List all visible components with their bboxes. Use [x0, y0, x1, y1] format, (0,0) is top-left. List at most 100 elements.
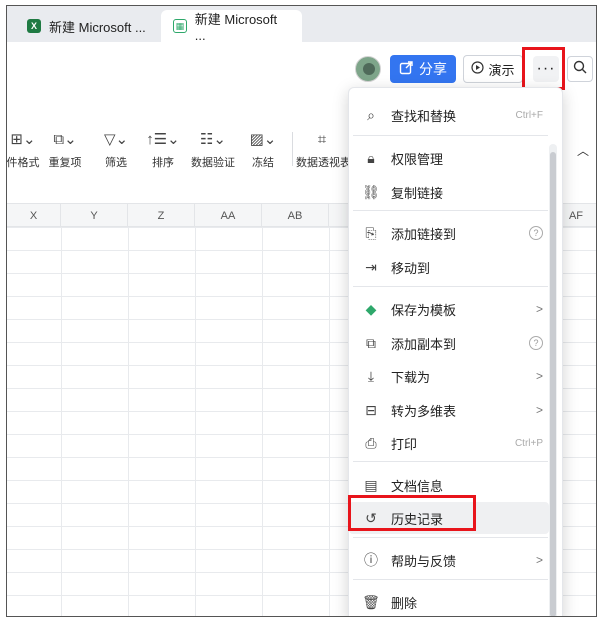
print-icon: ⎙: [365, 434, 377, 451]
tab-document-2[interactable]: ▦ 新建 Microsoft ...: [161, 10, 302, 43]
app-window: X 新建 Microsoft ... ▦ 新建 Microsoft ... 分享…: [6, 5, 597, 617]
menu-item-add-link-to[interactable]: ⎘ 添加链接到 ?: [349, 217, 549, 249]
more-button-highlight: [522, 47, 565, 90]
chevron-right-icon: >: [535, 403, 543, 417]
chevron-up-icon[interactable]: ︿: [577, 142, 589, 159]
column-header[interactable]: Y: [61, 204, 128, 227]
menu-item-label: 查找和替换: [391, 108, 457, 124]
sort-tool[interactable]: ↑☰⌄ 排序: [145, 128, 181, 170]
present-label: 演示: [488, 62, 515, 78]
menu-item-convert[interactable]: ⊟ 转为多维表 >: [349, 394, 549, 426]
menu-item-help-feedback[interactable]: ⓘ 帮助与反馈 >: [349, 544, 549, 576]
menu-item-label: 文档信息: [391, 478, 444, 494]
tool-label: 数据验证: [191, 157, 235, 169]
play-icon: [471, 61, 485, 77]
column-header[interactable]: AA: [195, 204, 262, 227]
find-replace-icon: ⌕: [367, 106, 375, 123]
help-icon[interactable]: ?: [529, 226, 543, 240]
chevron-right-icon: >: [535, 553, 543, 567]
shortcut-label: Ctrl+F: [515, 109, 544, 121]
menu-item-move-to[interactable]: ⇥ 移动到: [349, 251, 549, 283]
menu-item-label: 帮助与反馈: [391, 553, 457, 569]
search-icon: [573, 60, 587, 79]
search-button[interactable]: [567, 56, 593, 82]
history-item-highlight: [348, 495, 476, 531]
menu-divider: [353, 537, 548, 538]
convert-icon: ⊟: [365, 401, 377, 418]
doc-info-icon: ▤: [364, 476, 378, 493]
menu-divider: [353, 579, 548, 580]
menu-item-label: 删除: [391, 595, 418, 611]
toolbar-divider: [292, 132, 293, 166]
column-header[interactable]: Z: [128, 204, 195, 227]
data-validation-icon: ☷⌄: [199, 131, 226, 148]
menu-divider: [353, 461, 548, 462]
tool-label: 排序: [152, 157, 174, 169]
menu-divider: [353, 286, 548, 287]
sort-icon: ↑☰⌄: [146, 131, 180, 148]
menu-scrollbar-thumb[interactable]: [550, 152, 556, 616]
filter-tool[interactable]: ▽⌄ 筛选: [99, 128, 133, 170]
column-header[interactable]: X: [7, 204, 61, 227]
menu-item-label: 权限管理: [391, 151, 444, 167]
filter-icon: ▽⌄: [103, 131, 129, 148]
menu-item-print[interactable]: ⎙ 打印 Ctrl+P: [349, 427, 549, 459]
tab-document-1[interactable]: X 新建 Microsoft ...: [15, 10, 161, 42]
menu-item-add-copy-to[interactable]: ⧉ 添加副本到 ?: [349, 327, 549, 359]
menu-item-copy-link[interactable]: ⛓︎ 复制链接: [349, 176, 549, 208]
menu-item-save-template[interactable]: ◆ 保存为模板 >: [349, 293, 549, 325]
help-icon[interactable]: ?: [529, 336, 543, 350]
pivot-table-tool[interactable]: ⌗ 数据透视表: [296, 128, 348, 170]
tab-bar: X 新建 Microsoft ... ▦ 新建 Microsoft ...: [7, 6, 596, 43]
menu-item-permissions[interactable]: 🔒︎ 权限管理: [349, 142, 549, 174]
help-icon: ⓘ: [364, 552, 378, 568]
menu-divider: [353, 135, 548, 136]
lock-icon: 🔒︎: [367, 149, 375, 166]
menu-divider: [353, 210, 548, 211]
tool-label: 重复项: [48, 157, 82, 169]
tool-label: 筛选: [105, 157, 127, 169]
add-link-icon: ⎘: [365, 224, 377, 241]
copy-icon: ⧉: [366, 334, 376, 351]
tool-label: 数据透视表: [296, 157, 348, 169]
menu-item-delete[interactable]: 🗑︎ 删除: [349, 586, 549, 616]
share-button[interactable]: 分享: [390, 55, 456, 83]
present-button[interactable]: 演示: [463, 55, 523, 83]
excel-icon: X: [27, 19, 41, 33]
freeze-icon: ▨⌄: [249, 131, 277, 148]
chevron-right-icon: >: [535, 302, 543, 316]
menu-item-label: 保存为模板: [391, 302, 457, 318]
trash-icon: 🗑︎: [362, 593, 380, 610]
sheet-icon: ▦: [173, 19, 187, 33]
tab-label: 新建 Microsoft ...: [49, 19, 146, 35]
menu-item-label: 下载为: [391, 369, 431, 385]
menu-item-label: 添加副本到: [391, 336, 457, 352]
tool-label: 件格式: [6, 157, 40, 169]
shortcut-label: Ctrl+P: [514, 437, 543, 449]
conditional-format-icon: ⊞⌄: [10, 131, 36, 148]
conditional-format-tool[interactable]: ⊞⌄ 件格式: [6, 128, 41, 170]
column-header[interactable]: AB: [262, 204, 329, 227]
freeze-tool[interactable]: ▨⌄ 冻结: [245, 128, 281, 170]
avatar[interactable]: [355, 56, 381, 82]
tab-label: 新建 Microsoft ...: [194, 12, 278, 43]
duplicate-icon: ⧉⌄: [53, 131, 77, 148]
menu-item-download-as[interactable]: ⤓ 下载为 >: [349, 360, 549, 392]
menu-item-label: 移动到: [391, 260, 431, 276]
menu-item-find-replace[interactable]: ⌕ 查找和替换 Ctrl+F: [349, 99, 549, 131]
link-icon: ⛓︎: [362, 183, 380, 200]
template-icon: ◆: [365, 300, 377, 317]
menu-item-label: 复制链接: [391, 185, 444, 201]
duplicate-tool[interactable]: ⧉⌄ 重复项: [45, 128, 85, 170]
menu-item-label: 打印: [391, 436, 418, 452]
menu-item-label: 转为多维表: [391, 403, 457, 419]
chevron-right-icon: >: [535, 369, 543, 383]
share-label: 分享: [419, 61, 447, 77]
menu-item-label: 添加链接到: [391, 226, 457, 242]
tool-label: 冻结: [252, 157, 274, 169]
more-menu: ⌕ 查找和替换 Ctrl+F 🔒︎ 权限管理 ⛓︎ 复制链接 ⎘ 添加链接到 ?…: [348, 87, 563, 616]
pivot-table-icon: ⌗: [317, 130, 327, 148]
data-validation-tool[interactable]: ☷⌄ 数据验证: [187, 128, 239, 170]
share-icon: [399, 60, 413, 78]
download-icon: ⤓: [367, 367, 375, 384]
